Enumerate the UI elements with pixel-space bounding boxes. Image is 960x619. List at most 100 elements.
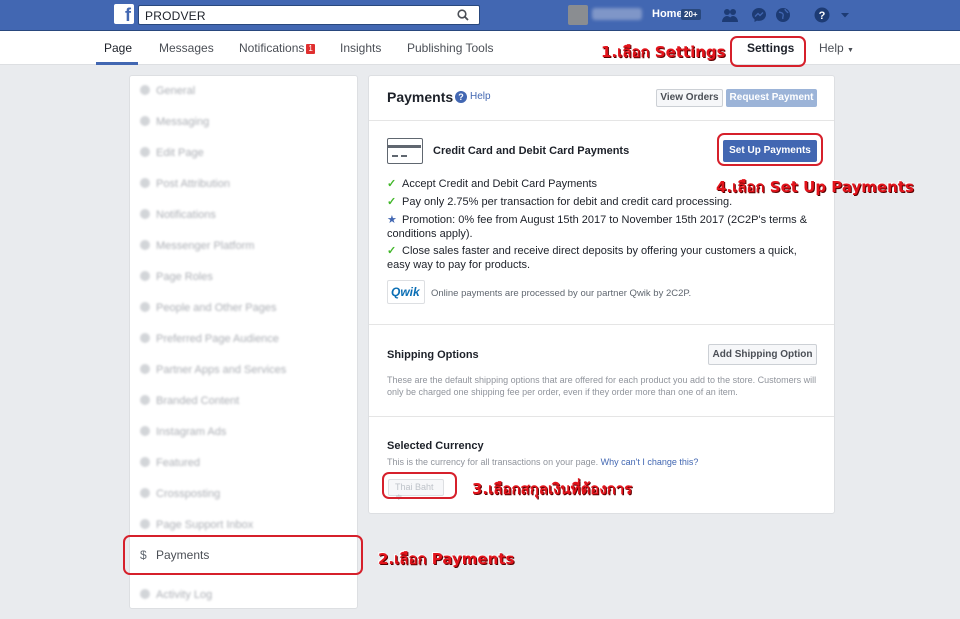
video-icon bbox=[140, 488, 150, 498]
sidebar-item-label: Preferred Page Audience bbox=[156, 333, 279, 345]
qwik-logo-text: Qwik bbox=[391, 285, 420, 299]
sidebar-item-label: Partner Apps and Services bbox=[156, 364, 287, 376]
highlight-currency bbox=[382, 472, 457, 499]
check-icon: ✓ bbox=[387, 178, 397, 190]
sidebar-item-instagram-ads[interactable]: Instagram Ads bbox=[140, 426, 226, 446]
active-tab-indicator bbox=[96, 62, 138, 65]
sidebar-item-label: Page Roles bbox=[156, 271, 213, 283]
tab-help[interactable]: Help ▼ bbox=[819, 41, 854, 55]
sidebar-item-featured[interactable]: Featured bbox=[140, 457, 200, 477]
svg-text:?: ? bbox=[819, 10, 826, 22]
selected-currency-title: Selected Currency bbox=[387, 440, 484, 452]
sidebar-item-preferred-page-audience[interactable]: Preferred Page Audience bbox=[140, 333, 279, 353]
question-icon[interactable]: ? bbox=[455, 91, 467, 103]
sidebar-item-label: General bbox=[156, 85, 196, 97]
gear-icon bbox=[140, 85, 150, 95]
shipping-description: These are the default shipping options t… bbox=[387, 375, 817, 397]
annotation-step-2: 2.เลือก Payments bbox=[378, 550, 515, 568]
view-orders-button[interactable]: View Orders bbox=[656, 89, 723, 107]
friends-icon[interactable] bbox=[722, 7, 738, 23]
chevron-down-icon: ▼ bbox=[847, 47, 854, 54]
sidebar-item-messaging[interactable]: Messaging bbox=[140, 116, 209, 136]
sidebar-item-messenger-platform[interactable]: Messenger Platform bbox=[140, 240, 254, 260]
sidebar-item-label: Crossposting bbox=[156, 488, 221, 500]
request-payment-button[interactable]: Request Payment bbox=[726, 89, 817, 107]
audience-icon bbox=[140, 333, 150, 343]
add-shipping-option-button[interactable]: Add Shipping Option bbox=[708, 344, 817, 365]
sidebar-item-edit-page[interactable]: Edit Page bbox=[140, 147, 204, 167]
apps-icon bbox=[140, 364, 150, 374]
highlight-settings bbox=[730, 36, 806, 67]
sidebar-item-label: Messaging bbox=[156, 116, 210, 128]
sidebar-item-crossposting[interactable]: Crossposting bbox=[140, 488, 220, 508]
home-link[interactable]: Home bbox=[652, 8, 683, 20]
tab-messages[interactable]: Messages bbox=[159, 41, 214, 55]
person-icon bbox=[140, 271, 150, 281]
messenger-icon[interactable] bbox=[751, 7, 767, 23]
tab-publishing-tools[interactable]: Publishing Tools bbox=[407, 41, 494, 55]
annotation-step-4: 4.เลือก Set Up Payments bbox=[716, 178, 914, 196]
why-cant-change-link[interactable]: Why can't I change this? bbox=[601, 457, 699, 467]
inbox-icon bbox=[140, 519, 150, 529]
help-link[interactable]: Help bbox=[470, 91, 491, 102]
divider bbox=[369, 120, 834, 121]
bullet-text: Promotion: 0% fee from August 15th 2017 … bbox=[387, 214, 808, 240]
avatar[interactable] bbox=[568, 5, 588, 25]
sidebar-item-label: Activity Log bbox=[156, 589, 213, 601]
shipping-options-title: Shipping Options bbox=[387, 349, 479, 361]
highlight-setup-payments bbox=[717, 133, 823, 166]
currency-description: This is the currency for all transaction… bbox=[387, 456, 698, 468]
sidebar-item-general[interactable]: General bbox=[140, 85, 195, 105]
facebook-logo-icon[interactable]: f bbox=[114, 4, 134, 25]
sidebar-item-activity-log[interactable]: Activity Log bbox=[140, 589, 350, 609]
search-icon[interactable] bbox=[457, 9, 469, 21]
list-icon bbox=[140, 589, 150, 599]
globe-icon[interactable] bbox=[775, 7, 791, 23]
search-box[interactable]: PRODVER bbox=[138, 5, 480, 25]
messenger-icon bbox=[140, 240, 150, 250]
sidebar-item-label: Instagram Ads bbox=[156, 426, 227, 438]
chat-icon bbox=[140, 116, 150, 126]
people-icon bbox=[140, 302, 150, 312]
tab-notifications-label: Notifications bbox=[239, 41, 305, 55]
flag-icon bbox=[140, 178, 150, 188]
card-payments-title: Credit Card and Debit Card Payments bbox=[433, 145, 630, 157]
sidebar-item-notifications[interactable]: Notifications bbox=[140, 209, 216, 229]
page-title: Payments bbox=[387, 89, 454, 105]
home-badge: 20+ bbox=[681, 9, 701, 20]
sidebar-item-label: Messenger Platform bbox=[156, 240, 255, 252]
divider bbox=[369, 324, 834, 325]
divider bbox=[369, 416, 834, 417]
tab-insights[interactable]: Insights bbox=[340, 41, 381, 55]
search-input[interactable]: PRODVER bbox=[145, 9, 206, 23]
highlight-payments bbox=[123, 535, 363, 575]
sidebar-item-label: Notifications bbox=[156, 209, 216, 221]
sidebar-item-label: Featured bbox=[156, 457, 201, 469]
annotation-step-1: 1.เลือก Settings bbox=[601, 43, 726, 61]
instagram-icon bbox=[140, 426, 150, 436]
check-icon bbox=[140, 395, 150, 405]
sidebar-item-people-and-other-pages[interactable]: People and Other Pages bbox=[140, 302, 276, 322]
profile-name-blurred[interactable] bbox=[592, 8, 642, 20]
tab-page[interactable]: Page bbox=[104, 41, 132, 55]
tab-notifications[interactable]: Notifications 1 bbox=[239, 41, 315, 55]
sidebar-item-label: Branded Content bbox=[156, 395, 240, 407]
settings-sidebar: General Messaging Edit Page Post Attribu… bbox=[129, 75, 358, 609]
help-label: Help bbox=[819, 41, 844, 55]
check-icon: ✓ bbox=[387, 196, 397, 208]
globe-icon bbox=[140, 209, 150, 219]
help-icon[interactable]: ? bbox=[814, 7, 830, 23]
credit-card-icon bbox=[387, 138, 423, 164]
annotation-step-3: 3.เลือกสกุลเงินที่ต้องการ bbox=[472, 480, 633, 498]
qwik-logo: Qwik bbox=[387, 280, 425, 304]
sidebar-item-label: Post Attribution bbox=[156, 178, 230, 190]
top-bar: f PRODVER Home 20+ ? bbox=[0, 0, 960, 31]
currency-description-text: This is the currency for all transaction… bbox=[387, 457, 599, 467]
page-tabs-bar: Page Messages Notifications 1 Insights Pu… bbox=[0, 31, 960, 65]
sidebar-item-post-attribution[interactable]: Post Attribution bbox=[140, 178, 230, 198]
sidebar-item-branded-content[interactable]: Branded Content bbox=[140, 395, 239, 415]
sidebar-item-page-roles[interactable]: Page Roles bbox=[140, 271, 213, 291]
dropdown-icon[interactable] bbox=[840, 10, 850, 20]
sidebar-item-partner-apps[interactable]: Partner Apps and Services bbox=[140, 364, 286, 384]
star-icon bbox=[140, 457, 150, 467]
